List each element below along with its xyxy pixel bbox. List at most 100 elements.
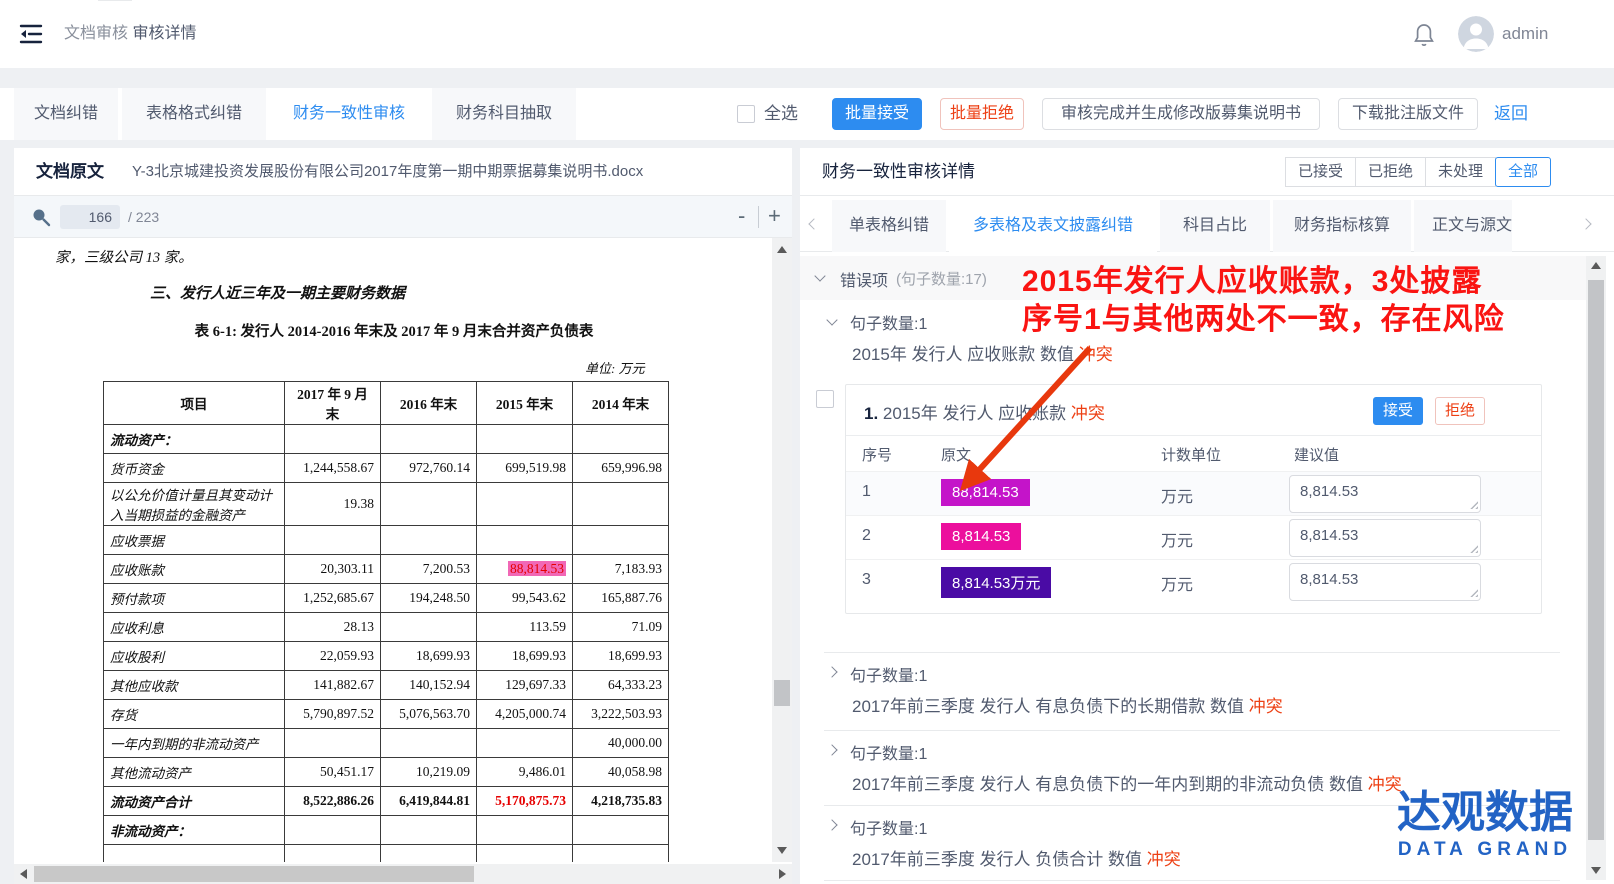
scroll-up-arrow[interactable] bbox=[1591, 262, 1601, 269]
filter-accepted[interactable]: 已接受 bbox=[1285, 157, 1356, 187]
breadcrumb: 文档审核 / 审核详情 bbox=[64, 0, 196, 68]
filter-rejected[interactable]: 已拒绝 bbox=[1355, 157, 1426, 187]
cell: 71.09 bbox=[573, 613, 669, 642]
menu-fold-icon[interactable] bbox=[18, 22, 44, 46]
app-window: 文档审核 / 审核详情 admin 文档纠错 表格格式纠错 财务一致性审核 财务… bbox=[0, 0, 1614, 884]
tab-financial-consistency[interactable]: 财务一致性审核 bbox=[270, 88, 430, 140]
table-row: 存货 5,790,897.52 5,076,563.70 4,205,000.7… bbox=[104, 700, 669, 729]
cell bbox=[285, 425, 381, 454]
tabs-scroll-right-icon[interactable] bbox=[1580, 218, 1591, 229]
tab-single-table[interactable]: 单表格纠错 bbox=[832, 200, 946, 252]
error-group-count: (句子数量:17) bbox=[896, 268, 987, 289]
accept-button[interactable]: 接受 bbox=[1373, 397, 1423, 425]
error-card-checkbox[interactable] bbox=[816, 390, 834, 408]
cell bbox=[477, 483, 573, 526]
page-separator: / bbox=[128, 209, 132, 225]
filter-pending[interactable]: 未处理 bbox=[1425, 157, 1496, 187]
highlighted-conflict-value[interactable]: 88,814.53 bbox=[508, 561, 566, 576]
tab-doc-correction[interactable]: 文档纠错 bbox=[14, 88, 120, 140]
cell: 129,697.33 bbox=[477, 671, 573, 700]
suggest-value-input[interactable]: 8,814.53 bbox=[1289, 475, 1481, 513]
cell bbox=[285, 816, 381, 845]
doc-vscroll-thumb[interactable] bbox=[774, 680, 790, 706]
cell-highlighted[interactable]: 88,814.53 bbox=[477, 555, 573, 584]
collapse-chevron-icon[interactable] bbox=[814, 270, 825, 281]
select-all-checkbox[interactable] bbox=[737, 105, 755, 123]
cell: 4,218,735.83 bbox=[573, 787, 669, 816]
tab-multi-table-disclosure[interactable]: 多表格及表文披露纠错 bbox=[949, 200, 1157, 252]
page-total-value: 223 bbox=[136, 209, 159, 225]
back-link[interactable]: 返回 bbox=[1494, 98, 1528, 130]
cell bbox=[573, 526, 669, 555]
document-panel-header: 文档原文 Y-3北京城建投资发展股份有限公司2017年度第一期中期票据募集说明书… bbox=[14, 148, 792, 196]
cell bbox=[381, 816, 477, 845]
cell: 699,519.98 bbox=[477, 454, 573, 483]
suggest-field-wrap: 8,814.53 bbox=[1289, 563, 1481, 601]
review-vertical-scrollbar[interactable] bbox=[1586, 256, 1606, 880]
doc-horizontal-scrollbar[interactable] bbox=[14, 864, 792, 884]
search-icon[interactable] bbox=[30, 206, 52, 228]
filter-all[interactable]: 全部 bbox=[1495, 157, 1551, 187]
expand-chevron-icon[interactable] bbox=[826, 666, 837, 677]
cell: 5,076,563.70 bbox=[381, 700, 477, 729]
scroll-left-arrow[interactable] bbox=[20, 869, 27, 879]
cell: 18,699.93 bbox=[381, 642, 477, 671]
zoom-out-button[interactable]: - bbox=[738, 196, 745, 238]
suggest-value-input[interactable]: 8,814.53 bbox=[1289, 519, 1481, 557]
batch-accept-button[interactable]: 批量接受 bbox=[832, 98, 922, 130]
sentence-count-label: 句子数量:1 bbox=[850, 740, 927, 764]
list-divider bbox=[824, 652, 1560, 653]
row-label: 应收股利 bbox=[104, 642, 285, 671]
suggest-value-input[interactable]: 8,814.53 bbox=[1289, 563, 1481, 601]
original-value-chip[interactable]: 8,814.53万元 bbox=[941, 567, 1051, 598]
scroll-up-arrow[interactable] bbox=[777, 246, 787, 253]
cell bbox=[477, 816, 573, 845]
col-header-no: 序号 bbox=[862, 444, 892, 465]
document-preview[interactable]: 家，三级公司 13 家。 三、发行人近三年及一期主要财务数据 表 6-1: 发行… bbox=[14, 238, 772, 862]
sentence-count-label[interactable]: 句子数量:1 bbox=[850, 310, 927, 334]
batch-reject-button[interactable]: 批量拒绝 bbox=[940, 98, 1024, 130]
expand-chevron-icon[interactable] bbox=[826, 819, 837, 830]
unit-value: 万元 bbox=[1161, 571, 1193, 595]
item-collapse-chevron-icon[interactable] bbox=[826, 314, 837, 325]
expand-chevron-icon[interactable] bbox=[826, 744, 837, 755]
download-annotated-button[interactable]: 下载批注版文件 bbox=[1338, 98, 1478, 130]
cell bbox=[381, 729, 477, 758]
breadcrumb-doc-review[interactable]: 文档审核 bbox=[64, 25, 128, 42]
review-vscroll-thumb[interactable] bbox=[1588, 280, 1604, 840]
scroll-right-arrow[interactable] bbox=[779, 869, 786, 879]
cell: 9,486.01 bbox=[477, 758, 573, 787]
tab-body-vs-source[interactable]: 正文与源文 bbox=[1414, 200, 1512, 252]
tab-financial-subject-extract[interactable]: 财务科目抽取 bbox=[432, 88, 578, 140]
table-row-current-assets-total: 流动资产合计 8,522,886.26 6,419,844.81 5,170,8… bbox=[104, 787, 669, 816]
scroll-down-arrow[interactable] bbox=[777, 847, 787, 854]
cell: 40,058.98 bbox=[573, 758, 669, 787]
doc-hscroll-thumb[interactable] bbox=[34, 866, 474, 882]
original-value-chip[interactable]: 8,814.53 bbox=[941, 523, 1021, 550]
doc-table-unit: 单位: 万元 bbox=[585, 358, 645, 377]
row-label: 流动资产合计 bbox=[104, 787, 285, 816]
zoom-in-button[interactable]: + bbox=[768, 196, 781, 238]
cell: 40,000.00 bbox=[573, 729, 669, 758]
bell-icon[interactable] bbox=[1412, 22, 1436, 48]
zoom-divider bbox=[758, 206, 759, 228]
conflict-row: 3 8,814.53万元 万元 8,814.53 bbox=[846, 559, 1541, 603]
avatar[interactable] bbox=[1458, 16, 1494, 52]
reject-button[interactable]: 拒绝 bbox=[1435, 397, 1485, 425]
doc-vertical-scrollbar[interactable] bbox=[772, 238, 792, 862]
tab-subject-ratio[interactable]: 科目占比 bbox=[1160, 200, 1270, 252]
balance-sheet-table: 项目 2017 年 9 月末 2016 年末 2015 年末 2014 年末 流… bbox=[103, 381, 669, 862]
scroll-down-arrow[interactable] bbox=[1591, 867, 1601, 874]
tabs-scroll-left-icon[interactable] bbox=[808, 218, 819, 229]
row-label: 流动资产： bbox=[104, 425, 285, 454]
main-tab-strip: 文档纠错 表格格式纠错 财务一致性审核 财务科目抽取 全选 批量接受 批量拒绝 … bbox=[0, 88, 1614, 140]
cell: 165,887.76 bbox=[573, 584, 669, 613]
error-list-item[interactable]: 句子数量:1 2017年前三季度 发行人 有息负债下的长期借款 数值 冲突 bbox=[800, 660, 1584, 728]
username[interactable]: admin bbox=[1502, 0, 1548, 68]
row-label: 其他应收款 bbox=[104, 671, 285, 700]
finish-generate-button[interactable]: 审核完成并生成修改版募集说明书 bbox=[1042, 98, 1320, 130]
row-label: 存货 bbox=[104, 700, 285, 729]
tab-table-format-correction[interactable]: 表格格式纠错 bbox=[122, 88, 268, 140]
page-number-input[interactable]: 166 bbox=[60, 205, 120, 229]
tab-financial-indicator[interactable]: 财务指标核算 bbox=[1273, 200, 1411, 252]
